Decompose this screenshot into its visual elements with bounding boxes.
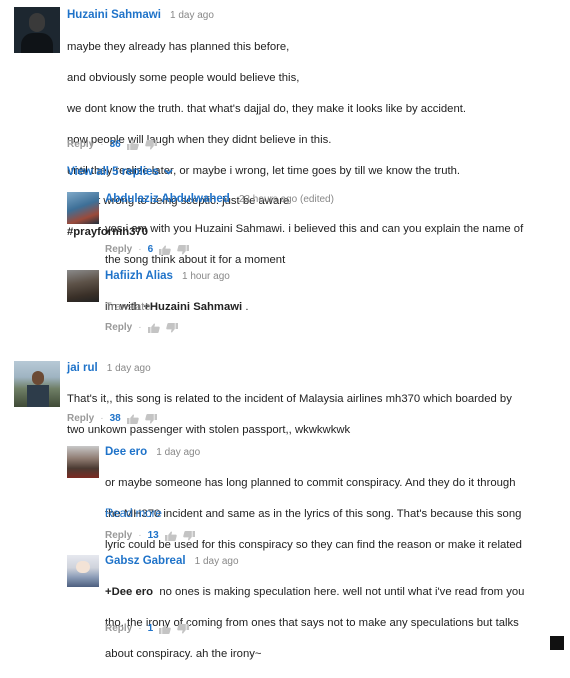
avatar[interactable] bbox=[67, 446, 99, 478]
comment-header: Huzaini Sahmawi 1 day ago bbox=[67, 9, 214, 21]
author-name[interactable]: Dee ero bbox=[105, 446, 147, 458]
like-count: 1 bbox=[147, 623, 154, 634]
avatar[interactable] bbox=[67, 270, 99, 302]
author-name[interactable]: Gabsz Gabreal bbox=[105, 555, 186, 567]
timestamp[interactable]: 1 day ago bbox=[170, 10, 214, 21]
reply-text: or maybe someone has long planned to com… bbox=[105, 461, 560, 569]
chevron-down-icon bbox=[164, 169, 173, 175]
reply-line: about conspiracy. ah the irony~ bbox=[105, 648, 262, 661]
comment-line: two unkown passenger with stolen passpor… bbox=[67, 424, 351, 437]
comment-line: and obviously some people would believe … bbox=[67, 72, 300, 85]
comment-line: That's it,, this song is related to the … bbox=[67, 393, 512, 406]
reply-header: Abdulaziz Abdulwahed 22 hours ago (edite… bbox=[105, 193, 334, 205]
reply-header: Dee ero 1 day ago bbox=[105, 446, 200, 458]
reply-text: im with +Huzaini Sahmawi . bbox=[105, 285, 555, 316]
reply-text-rest: no ones is making speculation here. well… bbox=[153, 586, 525, 599]
reply-button[interactable]: Reply bbox=[105, 530, 132, 541]
reply-button[interactable]: Reply bbox=[105, 244, 132, 255]
separator-dot: · bbox=[138, 322, 142, 333]
comment-header: jai rul 1 day ago bbox=[67, 362, 151, 374]
thumb-up-icon[interactable] bbox=[127, 414, 139, 424]
like-count: 38 bbox=[109, 413, 121, 424]
like-count: 36 bbox=[109, 139, 121, 150]
reply-actions: Reply · 6 bbox=[105, 244, 189, 255]
like-count: 6 bbox=[147, 244, 154, 255]
separator-dot: · bbox=[138, 244, 142, 255]
reply-button[interactable]: Reply bbox=[105, 322, 132, 333]
reply-actions: Reply · 13 bbox=[105, 530, 195, 541]
translate-link[interactable]: Translate bbox=[105, 301, 150, 313]
reply-line: the MH370 incident and same as in the ly… bbox=[105, 508, 522, 521]
timestamp[interactable]: 1 hour ago bbox=[182, 271, 230, 282]
author-name[interactable]: Huzaini Sahmawi bbox=[67, 9, 161, 21]
reply-button[interactable]: Reply bbox=[105, 623, 132, 634]
thumb-down-icon[interactable] bbox=[177, 245, 189, 255]
reply-header: Hafiizh Alias 1 hour ago bbox=[105, 270, 230, 282]
separator-dot: · bbox=[138, 623, 142, 634]
reply-button[interactable]: Reply bbox=[67, 139, 94, 150]
author-name[interactable]: Abdulaziz Abdulwahed bbox=[105, 193, 230, 205]
thumb-down-icon[interactable] bbox=[166, 323, 178, 333]
avatar[interactable] bbox=[67, 555, 99, 587]
thumb-down-icon[interactable] bbox=[145, 140, 157, 150]
thumb-down-icon[interactable] bbox=[177, 624, 189, 634]
thumb-up-icon[interactable] bbox=[165, 531, 177, 541]
reply-line: or maybe someone has long planned to com… bbox=[105, 477, 516, 490]
author-name[interactable]: jai rul bbox=[67, 362, 98, 374]
thumb-down-icon[interactable] bbox=[183, 531, 195, 541]
timestamp[interactable]: 1 day ago bbox=[195, 556, 239, 567]
reply-line: the song think about it for a moment bbox=[105, 254, 286, 267]
separator-dot: · bbox=[138, 530, 142, 541]
corner-marker bbox=[550, 636, 564, 650]
reply-header: Gabsz Gabreal 1 day ago bbox=[105, 555, 239, 567]
reply-actions: Reply · bbox=[105, 322, 178, 333]
timestamp[interactable]: 1 day ago bbox=[107, 363, 151, 374]
read-more-link[interactable]: Read more bbox=[105, 508, 162, 520]
reply-button[interactable]: Reply bbox=[67, 413, 94, 424]
reply-actions: Reply · 1 bbox=[105, 623, 189, 634]
separator-dot: · bbox=[100, 139, 104, 150]
separator-dot: · bbox=[100, 413, 104, 424]
view-all-replies-button[interactable]: View all 5 replies bbox=[67, 166, 173, 178]
comment-actions: Reply · 38 bbox=[67, 413, 157, 424]
author-name[interactable]: Hafiizh Alias bbox=[105, 270, 173, 282]
like-count: 13 bbox=[147, 530, 159, 541]
timestamp[interactable]: 1 day ago bbox=[156, 447, 200, 458]
reply-text-suffix: . bbox=[242, 301, 249, 314]
reply-line: yes i am with you Huzaini Sahmawi. i bel… bbox=[105, 223, 524, 236]
thumb-down-icon[interactable] bbox=[145, 414, 157, 424]
reply-line-1: +Dee ero no ones is making speculation h… bbox=[105, 585, 560, 600]
mention-link[interactable]: +Huzaini Sahmawi bbox=[143, 301, 242, 313]
avatar[interactable] bbox=[14, 361, 60, 407]
comment-actions: Reply · 36 bbox=[67, 139, 157, 150]
thumb-up-icon[interactable] bbox=[159, 245, 171, 255]
view-all-label: View all 5 replies bbox=[67, 166, 159, 178]
timestamp[interactable]: 22 hours ago (edited) bbox=[239, 194, 334, 205]
avatar[interactable] bbox=[14, 7, 60, 53]
avatar[interactable] bbox=[67, 192, 99, 224]
thumb-up-icon[interactable] bbox=[159, 624, 171, 634]
mention-link[interactable]: +Dee ero bbox=[105, 586, 153, 598]
thumb-up-icon[interactable] bbox=[127, 140, 139, 150]
comment-line: we dont know the truth. that what's dajj… bbox=[67, 103, 467, 116]
comment-line: maybe they already has planned this befo… bbox=[67, 41, 290, 54]
thumb-up-icon[interactable] bbox=[148, 323, 160, 333]
